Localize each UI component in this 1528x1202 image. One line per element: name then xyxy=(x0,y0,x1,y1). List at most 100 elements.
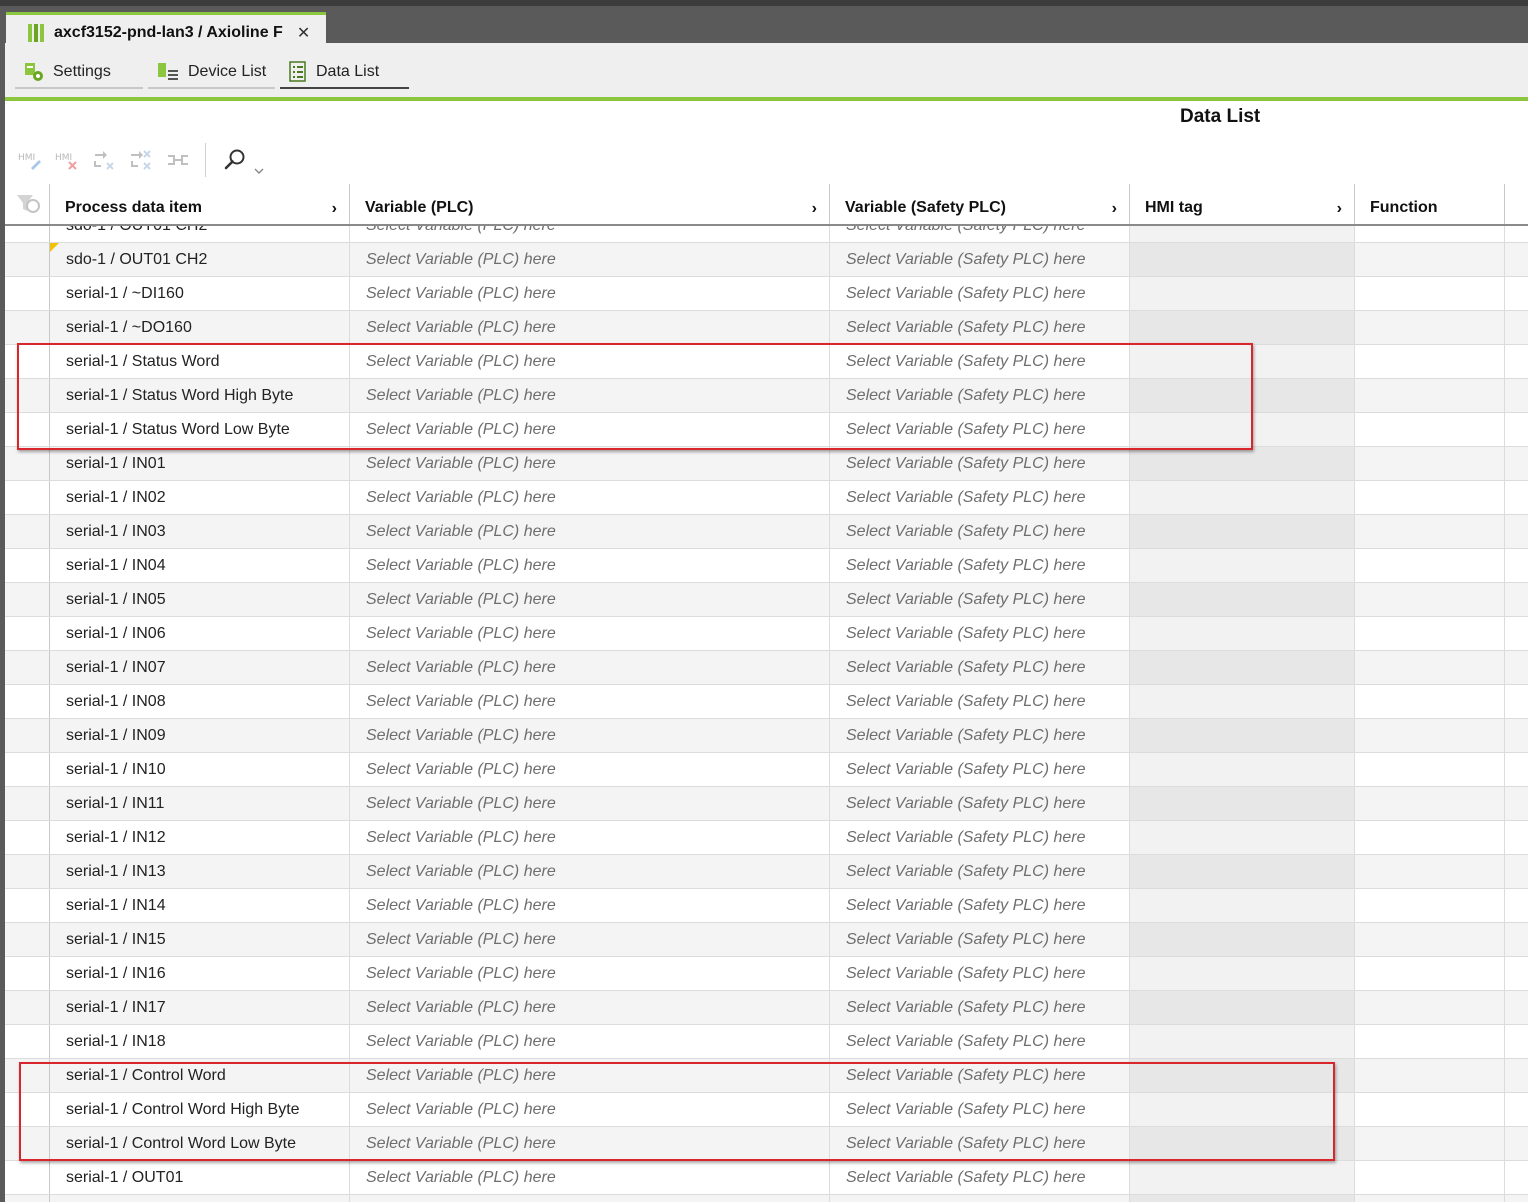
table-row[interactable]: serial-1 / IN03 Select Variable (PLC) her… xyxy=(5,515,1528,549)
process-data-item-cell[interactable]: serial-1 / IN09 xyxy=(50,719,350,752)
hmi-delete-button[interactable]: HMI xyxy=(53,146,81,174)
hmi-tag-cell[interactable] xyxy=(1130,923,1355,956)
row-selector-cell[interactable] xyxy=(5,549,50,582)
variable-plc-cell[interactable]: Select Variable (PLC) here xyxy=(350,311,830,344)
column-expand-icon[interactable]: › xyxy=(332,200,337,218)
process-data-item-cell[interactable]: serial-1 / Control Word xyxy=(50,1059,350,1092)
variable-safety-plc-cell[interactable]: Select Variable (Safety PLC) here xyxy=(830,447,1130,480)
search-dropdown[interactable] xyxy=(254,166,266,176)
hmi-edit-button[interactable]: HMI xyxy=(16,146,44,174)
process-data-item-cell[interactable]: serial-1 / IN01 xyxy=(50,447,350,480)
hmi-tag-cell[interactable] xyxy=(1130,1093,1355,1126)
process-data-item-cell[interactable]: sdo-1 / OUT01 CH2 xyxy=(50,243,350,276)
row-selector-cell[interactable] xyxy=(5,311,50,344)
table-row[interactable]: serial-1 / IN17 Select Variable (PLC) her… xyxy=(5,991,1528,1025)
process-data-item-cell[interactable]: serial-1 / OUT01 xyxy=(50,1161,350,1194)
row-selector-cell[interactable] xyxy=(5,243,50,276)
function-cell[interactable] xyxy=(1355,481,1505,514)
hmi-tag-cell[interactable] xyxy=(1130,345,1355,378)
variable-safety-plc-cell[interactable]: Select Variable (Safety PLC) here xyxy=(830,651,1130,684)
hmi-tag-cell[interactable] xyxy=(1130,991,1355,1024)
variable-plc-cell[interactable]: Select Variable (PLC) here xyxy=(350,821,830,854)
table-row[interactable]: sdo-1 / OUT01 CH2Select Variable (PLC) h… xyxy=(5,226,1528,243)
row-selector-cell[interactable] xyxy=(5,277,50,310)
variable-plc-cell[interactable]: Select Variable (PLC) here xyxy=(350,923,830,956)
table-row[interactable]: serial-1 / ~DI160 Select Variable (PLC) h… xyxy=(5,277,1528,311)
variable-plc-cell[interactable]: Select Variable (PLC) here xyxy=(350,685,830,718)
row-selector-cell[interactable] xyxy=(5,753,50,786)
function-cell[interactable] xyxy=(1355,1161,1505,1194)
unlink-button[interactable] xyxy=(90,146,118,174)
function-cell[interactable] xyxy=(1355,1059,1505,1092)
process-data-item-cell[interactable]: serial-1 / IN17 xyxy=(50,991,350,1024)
table-row[interactable]: sdo-1 / OUT01 CH2Select Variable (PLC) h… xyxy=(5,243,1528,277)
row-selector-cell[interactable] xyxy=(5,617,50,650)
column-header-process-data-item[interactable]: Process data item › xyxy=(50,184,350,224)
variable-plc-cell[interactable]: Select Variable (PLC) here xyxy=(350,889,830,922)
variable-plc-cell[interactable]: Select Variable (PLC) here xyxy=(350,787,830,820)
process-data-item-cell[interactable]: serial-1 / IN12 xyxy=(50,821,350,854)
process-data-item-cell[interactable]: serial-1 / Control Word High Byte xyxy=(50,1093,350,1126)
variable-plc-cell[interactable]: Select Variable (PLC) here xyxy=(350,243,830,276)
table-row[interactable]: serial-1 / IN05 Select Variable (PLC) her… xyxy=(5,583,1528,617)
function-cell[interactable] xyxy=(1355,226,1505,242)
process-data-item-cell[interactable]: serial-1 / IN16 xyxy=(50,957,350,990)
variable-safety-plc-cell[interactable]: Select Variable (Safety PLC) here xyxy=(830,617,1130,650)
process-data-item-cell[interactable]: serial-1 / IN18 xyxy=(50,1025,350,1058)
function-cell[interactable] xyxy=(1355,651,1505,684)
variable-safety-plc-cell[interactable]: Select Variable (Safety PLC) here xyxy=(830,685,1130,718)
process-data-item-cell[interactable]: serial-1 / IN14 xyxy=(50,889,350,922)
function-cell[interactable] xyxy=(1355,345,1505,378)
function-cell[interactable] xyxy=(1355,787,1505,820)
process-data-item-cell[interactable]: sdo-1 / OUT01 CH2 xyxy=(50,226,350,242)
process-data-item-cell[interactable]: serial-1 / IN15 xyxy=(50,923,350,956)
column-expand-icon[interactable]: › xyxy=(1112,200,1117,218)
variable-safety-plc-cell[interactable]: Select Variable (Safety PLC) here xyxy=(830,583,1130,616)
process-data-item-cell[interactable]: serial-1 / Control Word Low Byte xyxy=(50,1127,350,1160)
row-selector-cell[interactable] xyxy=(5,515,50,548)
table-row[interactable]: serial-1 / IN12 Select Variable (PLC) her… xyxy=(5,821,1528,855)
tab-device-list[interactable]: Device List xyxy=(148,57,275,89)
table-row[interactable]: serial-1 / Status Word Select Variable (P… xyxy=(5,345,1528,379)
hmi-tag-cell[interactable] xyxy=(1130,1195,1355,1202)
column-header-variable-safety-plc[interactable]: Variable (Safety PLC) › xyxy=(830,184,1130,224)
function-cell[interactable] xyxy=(1355,447,1505,480)
variable-safety-plc-cell[interactable]: Select Variable (Safety PLC) here xyxy=(830,957,1130,990)
row-selector-cell[interactable] xyxy=(5,787,50,820)
function-cell[interactable] xyxy=(1355,1127,1505,1160)
hmi-tag-cell[interactable] xyxy=(1130,243,1355,276)
process-data-item-cell[interactable]: serial-1 / IN03 xyxy=(50,515,350,548)
variable-safety-plc-cell[interactable]: Select Variable (Safety PLC) here xyxy=(830,1161,1130,1194)
variable-safety-plc-cell[interactable]: Select Variable (Safety PLC) here xyxy=(830,243,1130,276)
variable-plc-cell[interactable]: Select Variable (PLC) here xyxy=(350,1127,830,1160)
variable-plc-cell[interactable]: Select Variable (PLC) here xyxy=(350,617,830,650)
function-cell[interactable] xyxy=(1355,243,1505,276)
hmi-tag-cell[interactable] xyxy=(1130,1161,1355,1194)
hmi-tag-cell[interactable] xyxy=(1130,855,1355,888)
row-selector-cell[interactable] xyxy=(5,1093,50,1126)
variable-safety-plc-cell[interactable]: Select Variable (Safety PLC) here xyxy=(830,413,1130,446)
variable-plc-cell[interactable]: Select Variable (PLC) here xyxy=(350,855,830,888)
table-row[interactable]: serial-1 / IN04 Select Variable (PLC) her… xyxy=(5,549,1528,583)
hmi-tag-cell[interactable] xyxy=(1130,379,1355,412)
row-selector-cell[interactable] xyxy=(5,889,50,922)
variable-safety-plc-cell[interactable]: Select Variable (Safety PLC) here xyxy=(830,1093,1130,1126)
variable-plc-cell[interactable]: Select Variable (PLC) here xyxy=(350,447,830,480)
variable-plc-cell[interactable]: Select Variable (PLC) here xyxy=(350,345,830,378)
row-selector-cell[interactable] xyxy=(5,1025,50,1058)
variable-plc-cell[interactable]: Select Variable (PLC) here xyxy=(350,1161,830,1194)
function-cell[interactable] xyxy=(1355,753,1505,786)
row-selector-cell[interactable] xyxy=(5,345,50,378)
process-data-item-cell[interactable]: serial-1 / Status Word High Byte xyxy=(50,379,350,412)
table-row[interactable]: serial-1 / IN18 Select Variable (PLC) her… xyxy=(5,1025,1528,1059)
hmi-tag-cell[interactable] xyxy=(1130,549,1355,582)
column-header-hmi-tag[interactable]: HMI tag › xyxy=(1130,184,1355,224)
variable-safety-plc-cell[interactable]: Select Variable (Safety PLC) here xyxy=(830,1195,1130,1202)
variable-plc-cell[interactable]: Select Variable (PLC) here xyxy=(350,1195,830,1202)
table-row[interactable]: serial-1 / IN10 Select Variable (PLC) her… xyxy=(5,753,1528,787)
hmi-tag-cell[interactable] xyxy=(1130,617,1355,650)
process-data-item-cell[interactable]: serial-1 / ~DI160 xyxy=(50,277,350,310)
variable-safety-plc-cell[interactable]: Select Variable (Safety PLC) here xyxy=(830,226,1130,242)
function-cell[interactable] xyxy=(1355,991,1505,1024)
connect-button[interactable] xyxy=(164,146,192,174)
